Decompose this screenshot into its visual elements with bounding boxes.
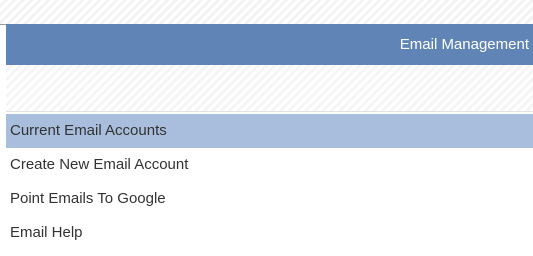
header-decorative-stripe [6, 65, 533, 112]
section-header: Email Management [6, 24, 533, 65]
menu-item-email-help[interactable]: Email Help [6, 216, 533, 250]
menu-item-create-new-email-account[interactable]: Create New Email Account [6, 148, 533, 182]
menu-item-point-emails-to-google[interactable]: Point Emails To Google [6, 182, 533, 216]
email-menu: Current Email Accounts Create New Email … [6, 114, 533, 250]
section-title: Email Management [399, 36, 529, 53]
top-decorative-stripe [0, 0, 533, 25]
menu-item-current-email-accounts[interactable]: Current Email Accounts [6, 114, 533, 148]
